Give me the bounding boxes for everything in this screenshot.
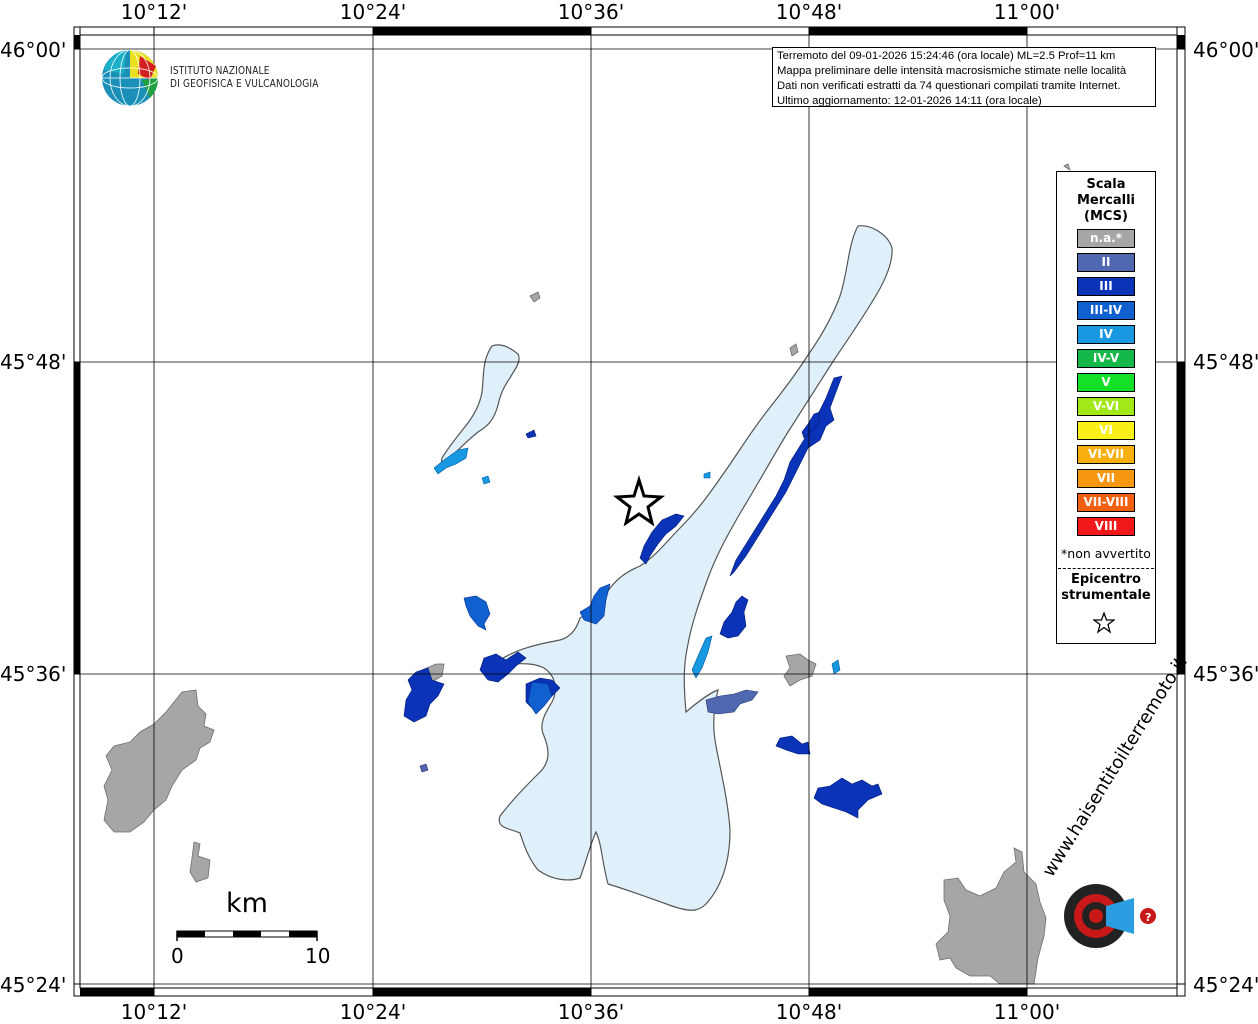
legend-note: *non avvertito <box>1061 546 1151 561</box>
lon-tick-top-3: 10°36' <box>557 0 625 24</box>
scale-bar-max: 10 <box>305 944 331 968</box>
scale-bar-min: 0 <box>171 944 184 968</box>
legend-swatch: VI-VII <box>1077 445 1135 464</box>
haisentito-logo-icon: ? <box>1064 884 1156 948</box>
legend-title-2: Mercalli <box>1076 193 1135 208</box>
info-line-2: Mappa preliminare delle intensità macros… <box>777 65 1127 77</box>
legend-swatch: IV-V <box>1077 349 1135 368</box>
epicenter-legend-title-2: strumentale <box>1061 588 1151 603</box>
legend-swatch: IV <box>1077 325 1135 344</box>
lat-tick-right-1: 46°00' <box>1193 38 1258 62</box>
logo-line-2: DI GEOFISICA E VULCANOLOGIA <box>170 77 319 90</box>
lon-tick-bottom-2: 10°24' <box>339 1000 407 1024</box>
svg-text:?: ? <box>1145 911 1151 924</box>
legend-swatch: VI <box>1077 421 1135 440</box>
lon-tick-bottom-1: 10°12' <box>120 1000 188 1024</box>
lat-tick-right-3: 45°36' <box>1193 662 1258 686</box>
logo-line-1: ISTITUTO NAZIONALE <box>170 64 270 77</box>
lake-idro <box>441 344 520 464</box>
watermark-text: www.haisentitoilterremoto.it <box>1038 653 1191 880</box>
info-line-3: Dati non verificati estratti da 74 quest… <box>777 80 1121 92</box>
lat-tick-right-4: 45°24' <box>1193 973 1258 997</box>
legend-swatch: V-VI <box>1077 397 1135 416</box>
lat-tick-left-3: 45°36' <box>0 662 67 686</box>
legend-swatch: II <box>1077 253 1135 272</box>
legend-swatch: VIII <box>1077 517 1135 536</box>
legend-swatch: V <box>1077 373 1135 392</box>
legend-separator <box>1058 568 1154 569</box>
info-line-1: Terremoto del 09-01-2026 15:24:46 (ora l… <box>777 50 1116 62</box>
epicenter-legend-title-1: Epicentro <box>1071 572 1141 587</box>
scale-bar <box>176 930 318 941</box>
info-line-4: Ultimo aggiornamento: 12-01-2026 14:11 (… <box>777 95 1042 107</box>
scale-bar-unit: km <box>226 888 268 919</box>
epicenter-legend-title: Epicentro strumentale <box>1057 572 1155 604</box>
lat-tick-left-1: 46°00' <box>0 38 67 62</box>
intensity-ii-area-small <box>419 763 429 773</box>
ingv-logo-icon <box>101 49 159 107</box>
ingv-logo-text: ISTITUTO NAZIONALE DI GEOFISICA E VULCAN… <box>170 64 319 90</box>
lon-tick-top-4: 10°48' <box>775 0 843 24</box>
lon-tick-top-1: 10°12' <box>120 0 188 24</box>
lon-tick-top-5: 11°00' <box>993 0 1061 24</box>
lon-tick-top-2: 10°24' <box>339 0 407 24</box>
legend-swatch: VII <box>1077 469 1135 488</box>
epicenter-star-icon <box>612 474 666 527</box>
lon-tick-bottom-5: 11°00' <box>993 1000 1061 1024</box>
lat-tick-left-2: 45°48' <box>0 350 67 374</box>
legend-title-3: (MCS) <box>1084 209 1128 224</box>
lat-tick-left-4: 45°24' <box>0 973 67 997</box>
legend-title-1: Scala <box>1086 177 1126 192</box>
legend-swatch: n.a.* <box>1077 229 1135 248</box>
legend-swatch: VII-VIII <box>1077 493 1135 512</box>
lon-tick-bottom-3: 10°36' <box>557 1000 625 1024</box>
legend-swatch: III-IV <box>1077 301 1135 320</box>
lon-tick-bottom-4: 10°48' <box>775 1000 843 1024</box>
epicenter-legend-star-icon <box>1093 612 1115 634</box>
legend-swatch: III <box>1077 277 1135 296</box>
lat-tick-right-2: 45°48' <box>1193 350 1258 374</box>
unavailable-areas <box>103 163 1071 985</box>
legend: Scala Mercalli (MCS) n.a.* II III III-IV IV I… <box>1056 171 1156 644</box>
event-info-box: Terremoto del 09-01-2026 15:24:46 (ora l… <box>772 47 1156 107</box>
